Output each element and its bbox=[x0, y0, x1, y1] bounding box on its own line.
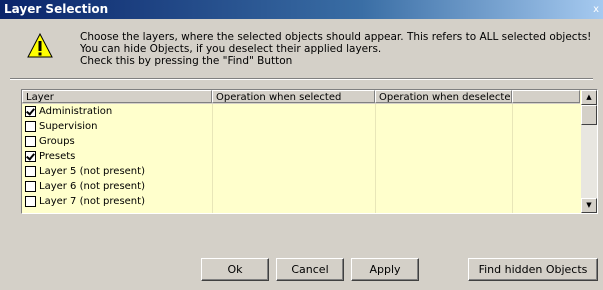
column-header-deselected[interactable]: Operation when deselected bbox=[375, 90, 512, 103]
layer-selection-dialog: Layer Selection x Choose the layers, whe… bbox=[0, 0, 603, 290]
layer-checkbox[interactable] bbox=[25, 181, 36, 192]
apply-button[interactable]: Apply bbox=[351, 258, 419, 281]
layer-checkbox[interactable] bbox=[25, 151, 36, 162]
layer-checkbox[interactable] bbox=[25, 121, 36, 132]
layer-row[interactable]: Groups bbox=[22, 134, 580, 149]
scroll-thumb[interactable] bbox=[581, 105, 597, 125]
layer-label: Supervision bbox=[39, 121, 98, 132]
close-icon[interactable]: x bbox=[593, 0, 599, 19]
layer-row[interactable]: Administration bbox=[22, 104, 580, 119]
separator bbox=[10, 78, 593, 80]
layer-label: Administration bbox=[39, 106, 113, 117]
scroll-down-icon[interactable]: ▼ bbox=[581, 198, 597, 213]
layer-row[interactable]: Presets bbox=[22, 149, 580, 164]
instruction-line-3: Check this by pressing the "Find" Button bbox=[80, 55, 293, 67]
layer-list: Administration Supervision Groups Presets La… bbox=[22, 104, 580, 209]
column-header-layer[interactable]: Layer bbox=[22, 90, 212, 103]
layer-label: Presets bbox=[39, 151, 76, 162]
instruction-line-2: You can hide Objects, if you deselect th… bbox=[80, 43, 382, 55]
layer-row[interactable]: Layer 6 (not present) bbox=[22, 179, 580, 194]
layer-label: Groups bbox=[39, 136, 75, 147]
ok-button[interactable]: Ok bbox=[201, 258, 269, 281]
warning-icon bbox=[27, 33, 53, 58]
layer-grid: Layer Operation when selected Operation … bbox=[21, 89, 598, 214]
window-title: Layer Selection bbox=[4, 2, 109, 16]
layer-label: Layer 6 (not present) bbox=[39, 181, 145, 192]
cancel-button[interactable]: Cancel bbox=[276, 258, 344, 281]
layer-checkbox[interactable] bbox=[25, 136, 36, 147]
layer-label: Layer 5 (not present) bbox=[39, 166, 145, 177]
layer-checkbox[interactable] bbox=[25, 196, 36, 207]
instruction-line-1: Choose the layers, where the selected ob… bbox=[80, 31, 592, 43]
layer-row[interactable]: Layer 5 (not present) bbox=[22, 164, 580, 179]
scroll-up-icon[interactable]: ▲ bbox=[581, 90, 597, 105]
column-header-selected[interactable]: Operation when selected bbox=[212, 90, 375, 103]
column-header-blank bbox=[512, 90, 580, 103]
layer-row[interactable]: Supervision bbox=[22, 119, 580, 134]
title-bar[interactable]: Layer Selection x bbox=[0, 0, 603, 19]
instruction-text: Choose the layers, where the selected ob… bbox=[80, 31, 592, 67]
layer-checkbox[interactable] bbox=[25, 166, 36, 177]
layer-checkbox[interactable] bbox=[25, 106, 36, 117]
grid-header: Layer Operation when selected Operation … bbox=[22, 90, 580, 104]
vertical-scrollbar[interactable]: ▲ ▼ bbox=[581, 90, 597, 213]
find-hidden-objects-button[interactable]: Find hidden Objects bbox=[468, 258, 598, 281]
layer-label: Layer 7 (not present) bbox=[39, 196, 145, 207]
layer-row[interactable]: Layer 7 (not present) bbox=[22, 194, 580, 209]
